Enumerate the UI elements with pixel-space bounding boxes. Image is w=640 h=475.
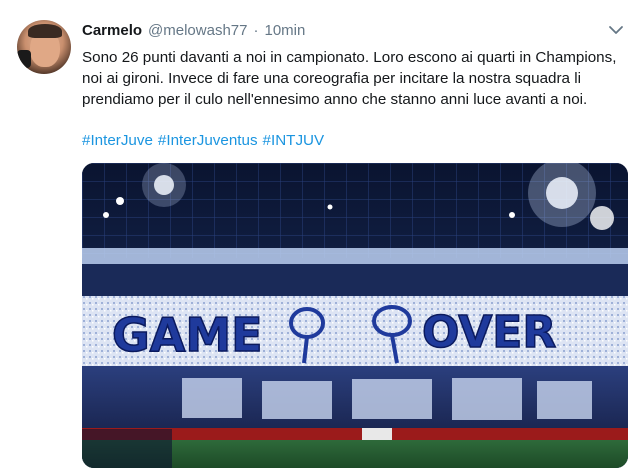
chevron-down-icon[interactable]	[608, 24, 624, 36]
tweet: Carmelo @melowash77 · 10min Sono 26 punt…	[0, 0, 640, 475]
avatar[interactable]	[17, 20, 71, 74]
display-name[interactable]: Carmelo	[82, 22, 142, 39]
hashtag-link[interactable]: #InterJuve	[82, 132, 153, 149]
tweet-header: Carmelo @melowash77 · 10min	[82, 22, 305, 44]
tweet-text: Sono 26 punti davanti a noi in campionat…	[82, 48, 622, 110]
hashtag-list: #InterJuve #InterJuventus #INTJUV	[82, 131, 622, 151]
avatar-hair	[28, 24, 62, 38]
tweet-body: Sono 26 punti davanti a noi in campionat…	[82, 49, 617, 108]
banner-word-game: GAME	[112, 308, 263, 362]
banner-word-over: OVER	[422, 307, 556, 358]
tweet-media-image[interactable]: GAME OVER	[82, 163, 628, 468]
stadium-image: GAME OVER	[82, 163, 628, 468]
timestamp[interactable]: 10min	[264, 22, 305, 39]
user-handle[interactable]: @melowash77	[148, 22, 247, 39]
hashtag-link[interactable]: #INTJUV	[263, 132, 325, 149]
headset-mic	[17, 50, 31, 68]
separator-dot: ·	[253, 22, 259, 39]
hashtag-link[interactable]: #InterJuventus	[158, 132, 258, 149]
